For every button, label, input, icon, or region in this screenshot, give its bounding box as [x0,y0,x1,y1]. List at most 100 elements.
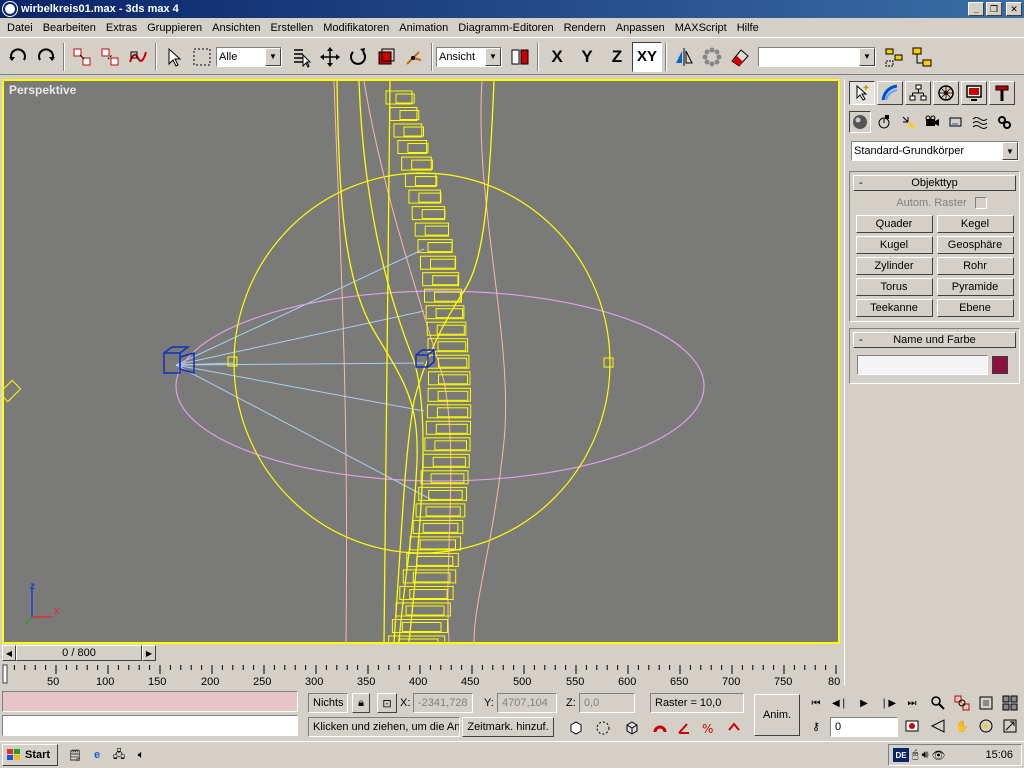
primitive-category-dropdown[interactable]: Standard-Grundkörper ▼ [851,141,1019,161]
select-and-move-button[interactable] [316,42,344,72]
menu-modifikatoren[interactable]: Modifikatoren [318,22,394,34]
use-pivot-center-button[interactable] [506,42,534,72]
select-and-rotate-button[interactable] [344,42,372,72]
maxscript-listener-mini[interactable] [2,691,298,712]
spinner-snap-toggle[interactable] [724,718,744,738]
tab-hierarchy[interactable] [905,81,931,105]
select-by-name-button[interactable] [288,42,316,72]
tab-utilities[interactable] [989,81,1015,105]
selection-lock-button[interactable]: 🔒︎ [352,693,370,713]
language-indicator[interactable]: DE [893,748,909,762]
reference-coordinate-dropdown[interactable]: Ansicht ▼ [436,46,502,67]
zoom-button[interactable] [928,693,948,713]
key-mode-toggle[interactable]: ⚷ [806,716,826,736]
select-and-link-button[interactable] [68,42,96,72]
systems-button[interactable] [993,111,1015,133]
tab-display[interactable] [961,81,987,105]
track-view-button[interactable] [880,42,908,72]
restrict-to-x-button[interactable]: X [542,42,572,72]
zoom-all-button[interactable] [952,693,972,713]
align-button[interactable] [726,42,754,72]
play-button[interactable]: ▶ [854,693,874,713]
tab-create[interactable] [849,81,875,105]
select-and-scale-button[interactable] [372,42,400,72]
perspective-viewport[interactable]: Perspektive z x [2,79,840,644]
add-time-tag-button[interactable]: Zeitmark. hinzuf. [462,717,554,737]
percent-snap-toggle[interactable]: % [698,718,718,738]
time-configuration-button[interactable] [902,716,922,736]
menu-anpassen[interactable]: Anpassen [611,22,670,34]
menu-diagramm-editoren[interactable]: Diagramm-Editoren [453,22,558,34]
current-frame-input[interactable]: 0 [830,717,898,737]
menu-extras[interactable]: Extras [101,22,142,34]
app-icon[interactable] [3,2,17,16]
next-frame-button[interactable]: ❘▶ [878,693,898,713]
create-geosphere-button[interactable]: Geosphäre [936,236,1014,254]
select-object-button[interactable] [160,42,188,72]
select-and-manipulate-button[interactable] [400,42,428,72]
go-to-end-button[interactable]: ⏭ [902,693,922,713]
absolute-mode-toggle[interactable]: ⊡ [377,693,397,713]
helpers-button[interactable] [945,111,967,133]
geometry-button[interactable] [849,111,871,133]
time-slider-next[interactable]: ▶ [142,645,156,661]
create-box-button[interactable]: Quader [855,215,933,233]
viewport-label[interactable]: Perspektive [9,83,76,97]
menu-gruppieren[interactable]: Gruppieren [142,22,207,34]
auto-grid-checkbox[interactable]: Autom. Raster [853,194,1016,212]
undo-button[interactable] [4,42,32,72]
create-teapot-button[interactable]: Teekanne [855,299,933,317]
restrict-to-xy-button[interactable]: XY [632,41,662,72]
redo-button[interactable] [32,42,60,72]
restore-button[interactable]: ❐ [986,2,1002,16]
trackbar[interactable]: 50 100 150 200 250 300 350 400 450 500 5… [0,662,844,688]
selection-filter-dropdown[interactable]: Alle ▼ [216,46,282,67]
create-cone-button[interactable]: Kegel [936,215,1014,233]
cameras-button[interactable] [921,111,943,133]
trackbar-current-frame[interactable] [2,664,8,684]
unlink-selection-button[interactable] [96,42,124,72]
array-button[interactable] [698,42,726,72]
rollout-name-color-header[interactable]: - Name und Farbe [853,332,1016,348]
angle-snap-button[interactable] [593,718,613,738]
go-to-start-button[interactable]: ⏮ [806,693,826,713]
object-color-swatch[interactable] [992,356,1008,374]
arc-rotate-button[interactable] [976,716,996,736]
create-sphere-button[interactable]: Kugel [855,236,933,254]
rollout-objecttype-header[interactable]: - Objekttyp [853,175,1016,191]
previous-frame-button[interactable]: ◀❘ [830,693,850,713]
spinner-snap-button[interactable] [650,718,670,738]
zoom-extents-button[interactable] [976,693,996,713]
menu-datei[interactable]: Datei [2,22,38,34]
time-slider-prev[interactable]: ◀ [2,645,16,661]
bind-to-space-warp-button[interactable] [124,42,152,72]
menu-animation[interactable]: Animation [394,22,453,34]
named-selection-sets-dropdown[interactable]: ▼ [758,46,876,67]
time-slider-thumb[interactable]: 0 / 800 [16,645,142,661]
space-warps-button[interactable] [969,111,991,133]
maxscript-input-mini[interactable] [2,715,298,736]
start-button[interactable]: Start [2,744,58,766]
tray-network-icon[interactable]: 👁︎ [932,749,946,762]
tray-app-icon[interactable]: 🖰︎ [912,749,919,762]
menu-rendern[interactable]: Rendern [559,22,611,34]
schematic-view-button[interactable] [908,42,936,72]
object-name-input[interactable] [857,355,988,375]
quicklaunch-editor[interactable]: 🗒︎ [66,746,84,764]
create-tube-button[interactable]: Rohr [936,257,1014,275]
animate-button[interactable]: Anim. [754,694,800,736]
tab-modify[interactable] [877,81,903,105]
quicklaunch-media[interactable]: 🔈︎ [132,746,150,764]
shapes-button[interactable] [873,111,895,133]
restrict-to-z-button[interactable]: Z [602,42,632,72]
create-cylinder-button[interactable]: Zylinder [855,257,933,275]
select-region-button[interactable] [188,42,216,72]
angle-snap-toggle[interactable] [674,718,694,738]
close-button[interactable]: ✕ [1006,2,1022,16]
minimize-button[interactable]: _ [968,2,984,16]
create-torus-button[interactable]: Torus [855,278,933,296]
x-coord-input[interactable]: -2341,728 [413,693,473,713]
tray-volume-icon[interactable]: 🔊︎ [922,749,929,762]
menu-erstellen[interactable]: Erstellen [265,22,318,34]
mirror-button[interactable] [670,42,698,72]
